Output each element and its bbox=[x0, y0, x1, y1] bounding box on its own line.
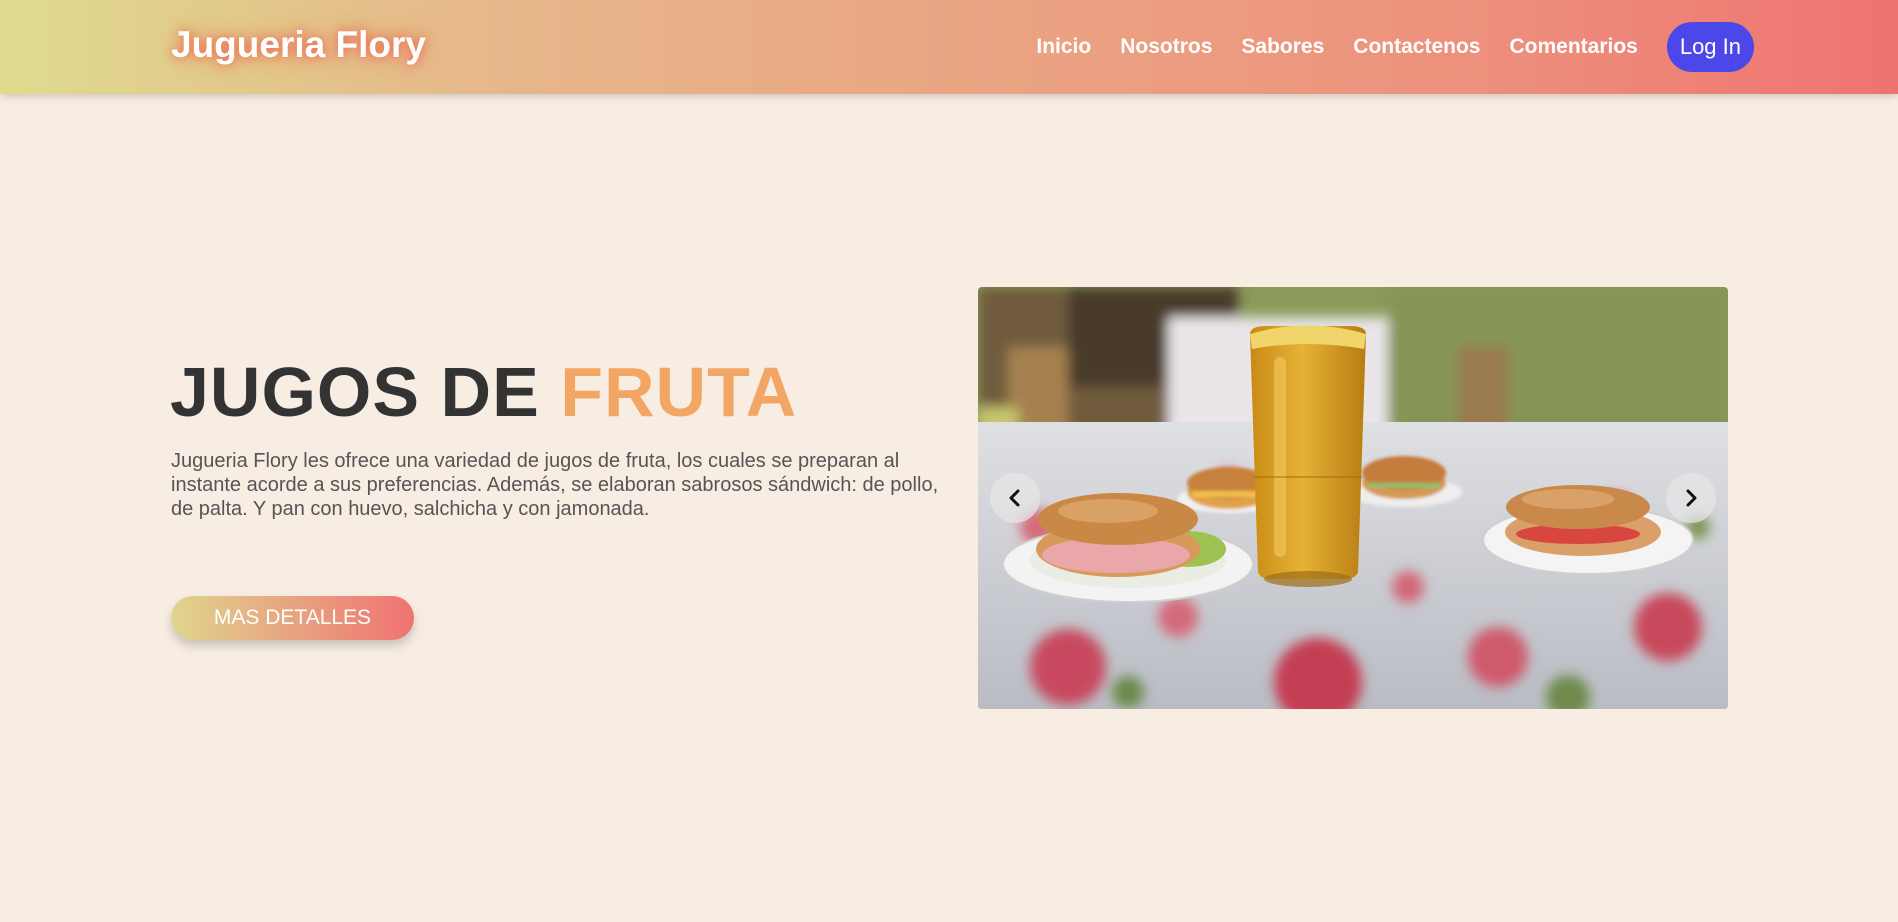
hero-title: JUGOS DE FRUTA bbox=[170, 352, 797, 432]
carousel-next-button[interactable] bbox=[1666, 473, 1716, 523]
hero-title-main: JUGOS DE bbox=[170, 353, 561, 431]
details-button[interactable]: MAS DETALLES bbox=[171, 596, 414, 640]
brand-logo[interactable]: Jugueria Flory bbox=[171, 24, 426, 66]
hero-title-accent: FRUTA bbox=[560, 353, 798, 431]
nav-link-inicio[interactable]: Inicio bbox=[1036, 35, 1091, 59]
login-button[interactable]: Log In bbox=[1666, 22, 1754, 72]
chevron-right-icon bbox=[1686, 489, 1697, 507]
nav-link-nosotros[interactable]: Nosotros bbox=[1120, 35, 1212, 59]
carousel-image-juice-and-sandwiches bbox=[978, 287, 1728, 709]
nav-link-sabores[interactable]: Sabores bbox=[1241, 35, 1324, 59]
hero-description: Jugueria Flory les ofrece una variedad d… bbox=[171, 450, 939, 520]
nav-link-comentarios[interactable]: Comentarios bbox=[1509, 35, 1637, 59]
image-carousel bbox=[978, 287, 1728, 709]
chevron-left-icon bbox=[1009, 489, 1020, 507]
carousel-prev-button[interactable] bbox=[990, 473, 1040, 523]
navbar: Jugueria Flory Inicio Nosotros Sabores C… bbox=[0, 0, 1898, 94]
nav-link-contactenos[interactable]: Contactenos bbox=[1353, 35, 1480, 59]
nav-links: Inicio Nosotros Sabores Contactenos Come… bbox=[1007, 22, 1754, 72]
